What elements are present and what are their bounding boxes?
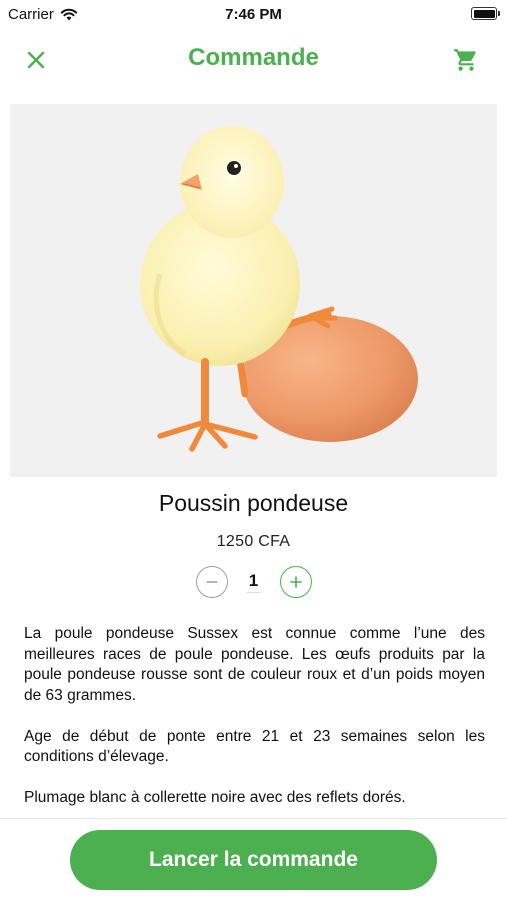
chick-with-egg-illustration (140, 126, 418, 452)
description-paragraph: La poule pondeuse Sussex est connue comm… (24, 625, 485, 704)
status-time: 7:46 PM (225, 6, 282, 23)
bottom-action-bar: Lancer la commande (0, 818, 507, 900)
status-bar: Carrier 7:46 PM (0, 0, 507, 30)
shopping-cart-icon (454, 49, 476, 71)
product-description: La poule pondeuse Sussex est connue comm… (24, 624, 485, 829)
minus-icon (205, 581, 218, 583)
description-paragraph: Age de début de ponte entre 21 et 23 sem… (24, 727, 485, 766)
battery-icon (471, 7, 500, 20)
description-paragraph: Plumage blanc à collerette noire avec de… (24, 789, 406, 806)
increase-quantity-button[interactable] (279, 566, 312, 598)
product-image (10, 104, 497, 477)
quantity-stepper: 1 (0, 566, 507, 598)
page-title: Commande (188, 44, 319, 71)
place-order-button[interactable]: Lancer la commande (70, 830, 437, 890)
product-price: 1250 CFA (216, 533, 291, 550)
decrease-quantity-button[interactable] (195, 566, 228, 598)
product-name: Poussin pondeuse (158, 490, 349, 516)
cart-button[interactable] (451, 45, 481, 75)
quantity-text: 1 (246, 571, 261, 593)
quantity-value[interactable]: 1 (228, 571, 280, 593)
plus-icon (289, 576, 302, 588)
navigation-bar: Commande (0, 36, 507, 84)
